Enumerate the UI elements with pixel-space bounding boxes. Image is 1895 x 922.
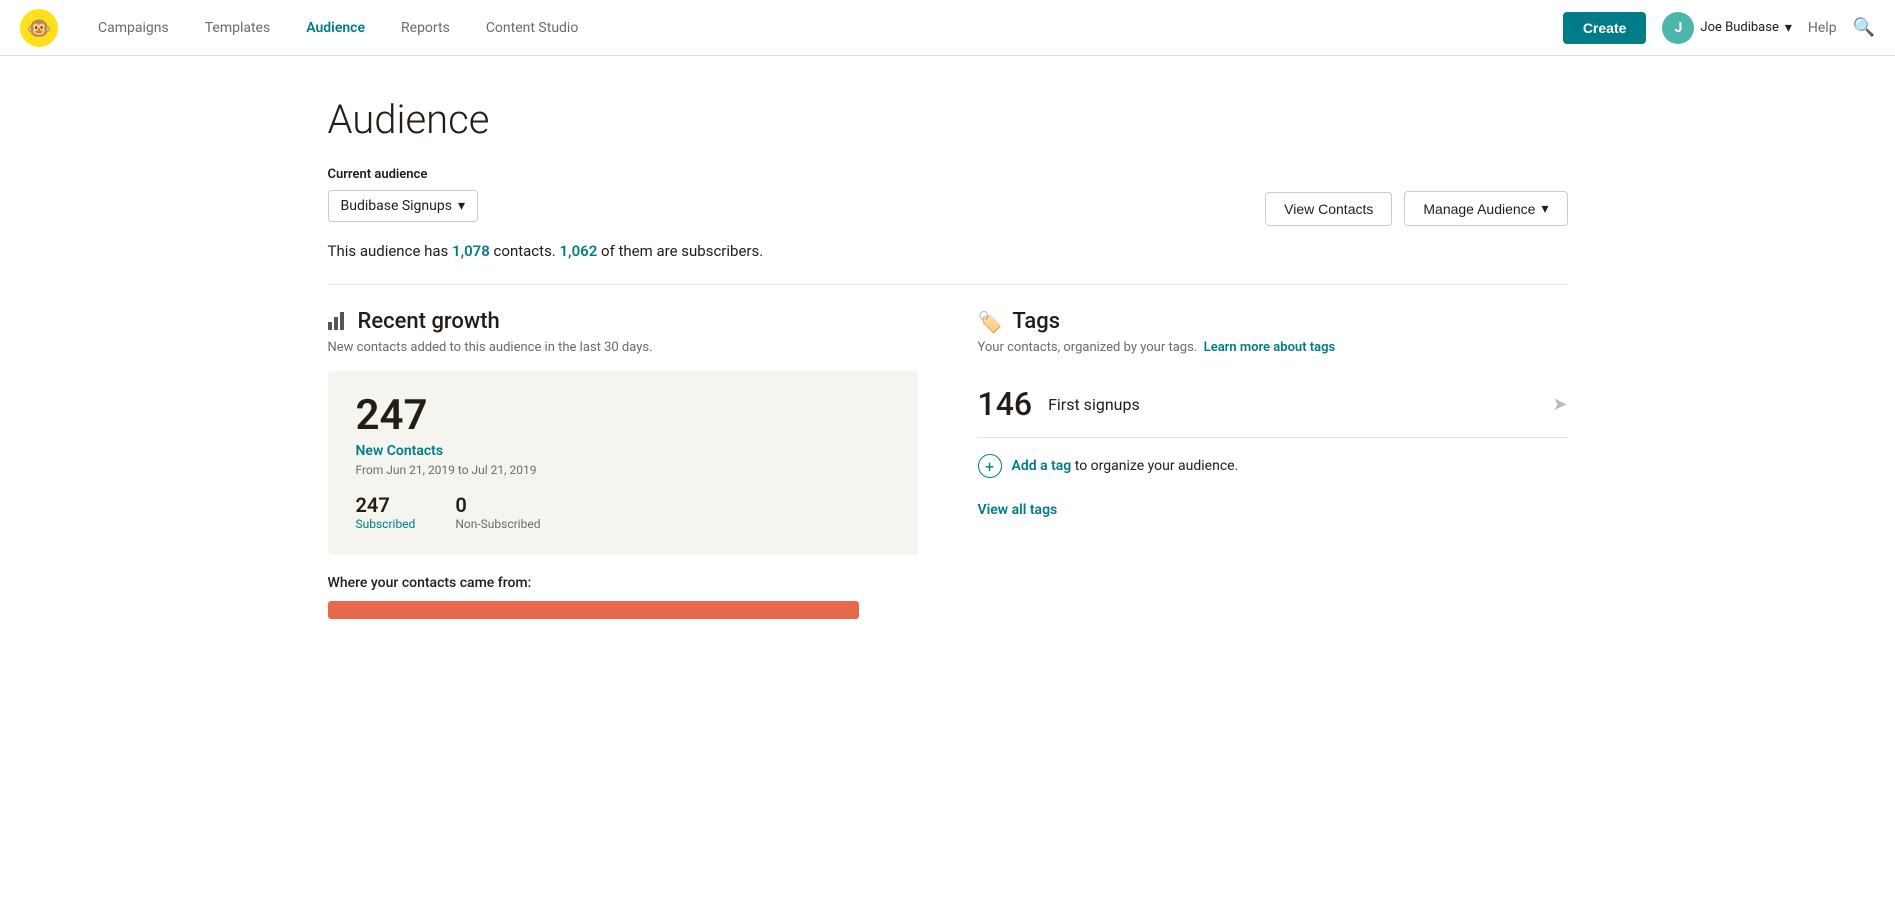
logo[interactable]: 🐵	[20, 9, 58, 47]
current-audience-label: Current audience	[328, 167, 478, 182]
main-content: Audience Current audience Budibase Signu…	[248, 56, 1648, 659]
stats-middle: contacts.	[490, 242, 560, 260]
stats-prefix: This audience has	[328, 242, 453, 260]
audience-left: Current audience Budibase Signups ▾	[328, 167, 478, 222]
growth-subtitle: New contacts added to this audience in t…	[328, 340, 918, 355]
sub-stats: 247 Subscribed 0 Non-Subscribed	[356, 493, 890, 531]
nav-campaigns[interactable]: Campaigns	[82, 12, 185, 44]
new-contacts-link[interactable]: New Contacts	[356, 443, 890, 459]
non-subscribed-count: 0	[455, 493, 540, 517]
create-button[interactable]: Create	[1563, 12, 1647, 44]
audience-header: Current audience Budibase Signups ▾ View…	[328, 167, 1568, 226]
tag-left: 146 First signups	[978, 385, 1140, 423]
tag-name: First signups	[1048, 395, 1140, 414]
nav-content-studio[interactable]: Content Studio	[470, 12, 595, 44]
audience-dropdown[interactable]: Budibase Signups ▾	[328, 190, 478, 222]
manage-audience-chevron-icon: ▾	[1541, 200, 1548, 217]
add-tag-suffix: to organize your audience.	[1071, 458, 1238, 474]
subscribed-count: 247	[356, 493, 416, 517]
tag-count: 146	[978, 385, 1033, 423]
manage-audience-button[interactable]: Manage Audience ▾	[1404, 191, 1567, 226]
navbar: 🐵 Campaigns Templates Audience Reports C…	[0, 0, 1895, 56]
non-subscribed-label: Non-Subscribed	[455, 517, 540, 531]
contacts-source-bar	[328, 601, 859, 619]
growth-chart-icon	[328, 310, 348, 334]
add-tag-text: Add a tag to organize your audience.	[1012, 458, 1239, 474]
audience-actions: View Contacts Manage Audience ▾	[1265, 167, 1567, 226]
tags-subtitle-text: Your contacts, organized by your tags.	[978, 340, 1198, 355]
user-avatar: J	[1662, 12, 1694, 44]
nav-templates[interactable]: Templates	[189, 12, 287, 44]
user-name: Joe Budibase	[1700, 20, 1778, 35]
where-contacts-label: Where your contacts came from:	[328, 575, 918, 591]
growth-header: Recent growth	[328, 309, 918, 334]
tags-section: 🏷️ Tags Your contacts, organized by your…	[978, 309, 1568, 619]
nav-audience[interactable]: Audience	[290, 12, 381, 44]
tags-subtitle: Your contacts, organized by your tags. L…	[978, 340, 1568, 355]
date-range: From Jun 21, 2019 to Jul 21, 2019	[356, 463, 890, 477]
nav-reports[interactable]: Reports	[385, 12, 466, 44]
two-column-section: Recent growth New contacts added to this…	[328, 309, 1568, 619]
nav-right: Create J Joe Budibase ▾ Help 🔍	[1563, 12, 1875, 44]
dropdown-chevron-icon: ▾	[458, 198, 465, 214]
page-title: Audience	[328, 96, 1568, 143]
add-tag-link[interactable]: Add a tag	[1012, 458, 1072, 474]
view-contacts-button[interactable]: View Contacts	[1265, 192, 1392, 226]
search-icon[interactable]: 🔍	[1853, 17, 1875, 38]
growth-title: Recent growth	[358, 309, 500, 334]
tag-icon: 🏷️	[978, 310, 1003, 334]
add-tag-row: + Add a tag to organize your audience.	[978, 438, 1568, 494]
tags-header: 🏷️ Tags	[978, 309, 1568, 334]
subscribers-link[interactable]: 1,062	[559, 242, 597, 260]
learn-more-tags-link[interactable]: Learn more about tags	[1204, 340, 1336, 355]
growth-number: 247	[356, 395, 890, 437]
tag-item-first-signups: 146 First signups ➤	[978, 371, 1568, 438]
tags-title: Tags	[1012, 309, 1060, 334]
user-dropdown-icon: ▾	[1785, 20, 1792, 36]
audience-name: Budibase Signups	[341, 198, 452, 214]
growth-box: 247 New Contacts From Jun 21, 2019 to Ju…	[328, 371, 918, 555]
section-divider	[328, 284, 1568, 285]
view-all-tags-link[interactable]: View all tags	[978, 502, 1568, 518]
tag-arrow-icon[interactable]: ➤	[1552, 394, 1567, 415]
subscribed-label: Subscribed	[356, 517, 416, 531]
manage-audience-label: Manage Audience	[1423, 201, 1535, 217]
help-link[interactable]: Help	[1808, 20, 1837, 36]
audience-stats: This audience has 1,078 contacts. 1,062 …	[328, 242, 1568, 260]
subscribed-stat: 247 Subscribed	[356, 493, 416, 531]
logo-icon[interactable]: 🐵	[20, 9, 58, 47]
total-contacts-link[interactable]: 1,078	[452, 242, 490, 260]
add-tag-button[interactable]: +	[978, 454, 1002, 478]
nav-links: Campaigns Templates Audience Reports Con…	[82, 12, 1563, 44]
non-subscribed-stat: 0 Non-Subscribed	[455, 493, 540, 531]
user-menu[interactable]: J Joe Budibase ▾	[1662, 12, 1791, 44]
stats-suffix: of them are subscribers.	[597, 242, 763, 260]
recent-growth-section: Recent growth New contacts added to this…	[328, 309, 918, 619]
